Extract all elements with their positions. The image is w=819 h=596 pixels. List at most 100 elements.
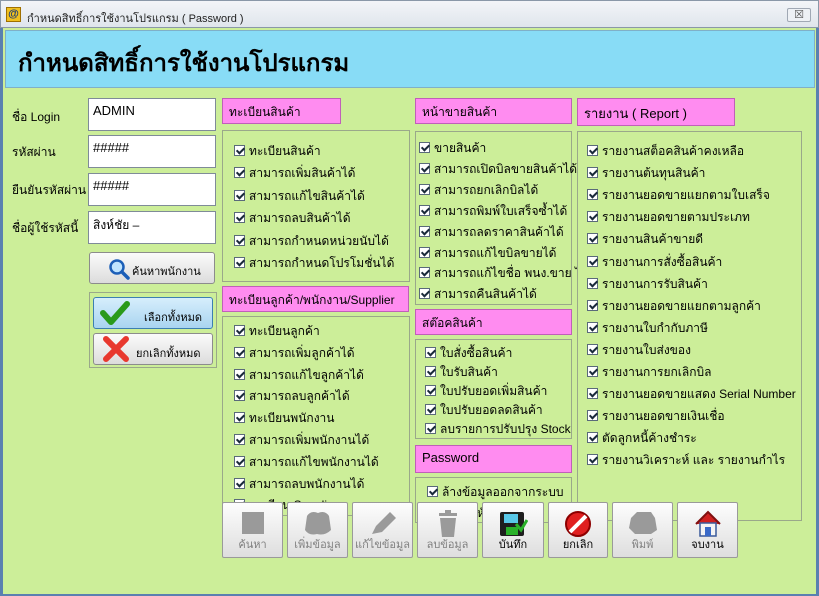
stock-checkbox-item[interactable]: ใบรับสินค้า (425, 363, 498, 382)
checkbox-checked-icon[interactable] (587, 145, 598, 156)
stock-checkbox-item[interactable]: ใบปรับยอดลดสินค้า (425, 401, 543, 420)
checkbox-checked-icon[interactable] (419, 267, 430, 279)
reports-checkbox-item[interactable]: รายงานสินค้าขายดี (587, 230, 703, 249)
checkbox-checked-icon[interactable] (425, 366, 436, 377)
checkbox-checked-icon[interactable] (587, 299, 598, 311)
products-checkbox-item[interactable]: ทะเบียนสินค้า (234, 142, 321, 161)
checkbox-checked-icon[interactable] (234, 167, 245, 179)
reports-checkbox-item[interactable]: รายงานยอดขายเงินเชื่อ (587, 407, 725, 426)
stock-checkbox-item[interactable]: ใบปรับยอดเพิ่มสินค้า (425, 382, 547, 401)
products-checkbox-item[interactable]: สามารถเพิ่มสินค้าได้ (234, 164, 355, 183)
exit-toolbar-button[interactable]: จบงาน (677, 502, 738, 558)
stock-checkbox-item[interactable]: ลบรายการปรับปรุง Stock (425, 420, 571, 439)
checkbox-checked-icon[interactable] (425, 347, 436, 358)
confirm-password-field[interactable]: ##### (88, 173, 216, 206)
print-toolbar-button[interactable]: พิมพ์ (612, 502, 673, 558)
search-toolbar-button[interactable]: ค้นหา (222, 502, 283, 558)
reports-checkbox-item[interactable]: รายงานการสั่งซื้อสินค้า (587, 253, 722, 272)
reports-checkbox-item[interactable]: รายงานการรับสินค้า (587, 275, 708, 294)
checkbox-checked-icon[interactable] (587, 432, 598, 444)
save-toolbar-button[interactable]: บันทึก (482, 502, 544, 558)
checkbox-checked-icon[interactable] (234, 368, 245, 380)
checkbox-checked-icon[interactable] (234, 434, 245, 445)
checkbox-checked-icon[interactable] (587, 277, 598, 289)
login-field[interactable]: ADMIN (88, 98, 216, 131)
checkbox-checked-icon[interactable] (419, 246, 430, 258)
checkbox-checked-icon[interactable] (587, 167, 598, 179)
checkbox-checked-icon[interactable] (419, 162, 430, 174)
checkbox-checked-icon[interactable] (587, 211, 598, 223)
sales-checkbox-item[interactable]: สามารถลดราคาสินค้าได้ (419, 223, 564, 242)
customers-checkbox-item[interactable]: สามารถแก้ไขพนักงานได้ (234, 453, 379, 472)
checkbox-checked-icon[interactable] (234, 257, 245, 268)
checkbox-checked-icon[interactable] (234, 346, 245, 358)
checkbox-checked-icon[interactable] (419, 142, 430, 153)
checkbox-checked-icon[interactable] (587, 321, 598, 333)
reports-checkbox-item[interactable]: รายงานยอดขายตามประเภท (587, 208, 750, 227)
checkbox-checked-icon[interactable] (587, 388, 598, 400)
reports-checkbox-item[interactable]: รายงานใบกำกับภาษี (587, 319, 708, 338)
products-checkbox-item[interactable]: สามารถกำหนดหน่วยนับได้ (234, 232, 389, 251)
reports-checkbox-item[interactable]: รายงานวิเคราะห์ และ รายงานกำไร (587, 451, 785, 470)
customers-checkbox-item[interactable]: สามารถลบพนักงานได้ (234, 475, 364, 494)
reports-checkbox-item[interactable]: รายงานยอดขายแสดง Serial Number (587, 385, 796, 404)
checkbox-checked-icon[interactable] (234, 325, 245, 336)
reports-checkbox-item[interactable]: รายงานยอดขายแยกตามลูกค้า (587, 297, 761, 316)
checkbox-checked-icon[interactable] (587, 454, 598, 466)
stock-checkbox-item[interactable]: ใบสั่งซื้อสินค้า (425, 344, 512, 363)
close-button[interactable]: ☒ (787, 8, 811, 22)
checkbox-checked-icon[interactable] (587, 233, 598, 245)
deselect-all-button[interactable]: ยกเลิกทั้งหมด (93, 333, 213, 365)
customers-checkbox-item[interactable]: สามารถแก้ไขลูกค้าได้ (234, 366, 364, 385)
customers-checkbox-item[interactable]: สามารถเพิ่มลูกค้าได้ (234, 344, 355, 363)
edit-toolbar-button[interactable]: แก้ไขข้อมูล (352, 502, 413, 558)
checkbox-checked-icon[interactable] (427, 486, 438, 497)
customers-checkbox-item[interactable]: ทะเบียนลูกค้า (234, 322, 320, 341)
reports-checkbox-item[interactable]: รายงานสต็อคสินค้าคงเหลือ (587, 142, 744, 161)
checkbox-checked-icon[interactable] (587, 255, 598, 267)
checkbox-checked-icon[interactable] (587, 366, 598, 377)
add-toolbar-button[interactable]: เพิ่มข้อมูล (287, 502, 348, 558)
sales-checkbox-item[interactable]: สามารถแก้ไขชื่อ พนง.ขาย ได้ (419, 264, 589, 283)
checkbox-checked-icon[interactable] (234, 412, 245, 424)
checkbox-checked-icon[interactable] (587, 343, 598, 355)
reports-checkbox-item[interactable]: รายงานต้นทุนสินค้า (587, 164, 705, 183)
reports-checkbox-item[interactable]: ตัดลูกหนี้ค้างชำระ (587, 429, 697, 448)
checkbox-checked-icon[interactable] (234, 234, 245, 246)
sales-checkbox-item[interactable]: สามารถแก้ไขบิลขายได้ (419, 244, 556, 263)
checkbox-checked-icon[interactable] (234, 145, 245, 156)
checkbox-checked-icon[interactable] (419, 225, 430, 237)
sales-checkbox-item[interactable]: สามารถคืนสินค้าได้ (419, 285, 537, 304)
checkbox-checked-icon[interactable] (419, 204, 430, 216)
password-checkbox-item[interactable]: ล้างข้อมูลออกจากระบบ (427, 483, 563, 502)
sales-checkbox-item[interactable]: สามารถพิมพ์ใบเสร็จซ้ำได้ (419, 202, 567, 221)
checkbox-checked-icon[interactable] (587, 410, 598, 422)
products-checkbox-item[interactable]: สามารถลบสินค้าได้ (234, 209, 351, 228)
products-checkbox-item[interactable]: สามารถแก้ไขสินค้าได้ (234, 187, 365, 206)
reports-checkbox-item[interactable]: รายงานการยกเลิกบิล (587, 363, 711, 382)
products-checkbox-item[interactable]: สามารถกำหนดโปรโมชั่นได้ (234, 254, 394, 273)
sales-checkbox-item[interactable]: สามารถยกเลิกบิลได้ (419, 181, 538, 200)
owner-field[interactable]: สิงห์ชัย – (88, 211, 216, 244)
checkbox-checked-icon[interactable] (419, 288, 430, 300)
checkbox-checked-icon[interactable] (587, 189, 598, 201)
checkbox-checked-icon[interactable] (425, 385, 436, 396)
checkbox-checked-icon[interactable] (419, 183, 430, 195)
search-employee-button[interactable]: ค้นหาพนักงาน (89, 252, 215, 284)
checkbox-checked-icon[interactable] (425, 423, 436, 434)
checkbox-checked-icon[interactable] (425, 404, 436, 415)
customers-checkbox-item[interactable]: สามารถเพิ่มพนักงานได้ (234, 431, 369, 450)
checkbox-checked-icon[interactable] (234, 212, 245, 224)
cancel-toolbar-button[interactable]: ยกเลิก (548, 502, 608, 558)
checkbox-checked-icon[interactable] (234, 390, 245, 402)
reports-checkbox-item[interactable]: รายงานยอดขายแยกตามใบเสร็จ (587, 186, 770, 205)
customers-checkbox-item[interactable]: ทะเบียนพนักงาน (234, 409, 335, 428)
reports-checkbox-item[interactable]: รายงานใบส่งของ (587, 341, 691, 360)
delete-toolbar-button[interactable]: ลบข้อมูล (417, 502, 478, 558)
sales-checkbox-item[interactable]: ขายสินค้า (419, 139, 486, 158)
customers-checkbox-item[interactable]: สามารถลบลูกค้าได้ (234, 387, 350, 406)
sales-checkbox-item[interactable]: สามารถเปิดบิลขายสินค้าได้ (419, 160, 577, 179)
checkbox-checked-icon[interactable] (234, 189, 245, 201)
checkbox-checked-icon[interactable] (234, 455, 245, 467)
select-all-button[interactable]: เลือกทั้งหมด (93, 297, 213, 329)
